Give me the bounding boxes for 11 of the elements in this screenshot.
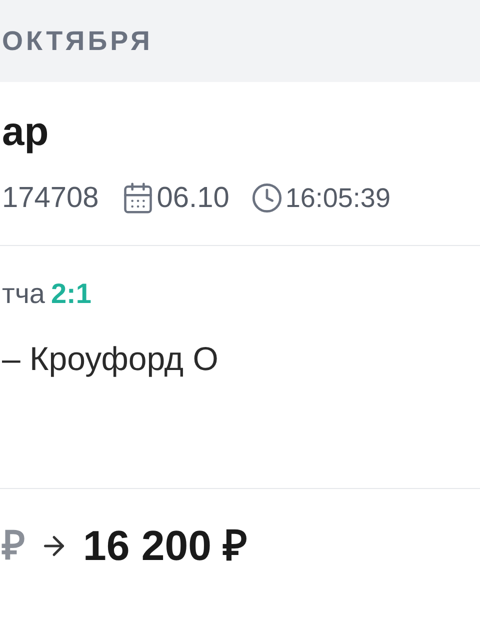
score-label: тча xyxy=(2,280,45,308)
bet-title: ар xyxy=(2,110,49,154)
win-amount: 16 200 ₽ xyxy=(83,525,248,567)
stake-amount: ₽ xyxy=(2,526,25,566)
bet-id: 174708 xyxy=(2,184,99,212)
bet-date: 06.10 xyxy=(156,184,230,212)
match-name: – Кроуфорд О xyxy=(2,340,218,377)
clock-icon xyxy=(251,182,284,214)
score-value: 2:1 xyxy=(50,280,92,308)
date-header: ОКТЯБРЯ xyxy=(2,24,153,58)
bet-time: 16:05:39 xyxy=(285,184,390,212)
